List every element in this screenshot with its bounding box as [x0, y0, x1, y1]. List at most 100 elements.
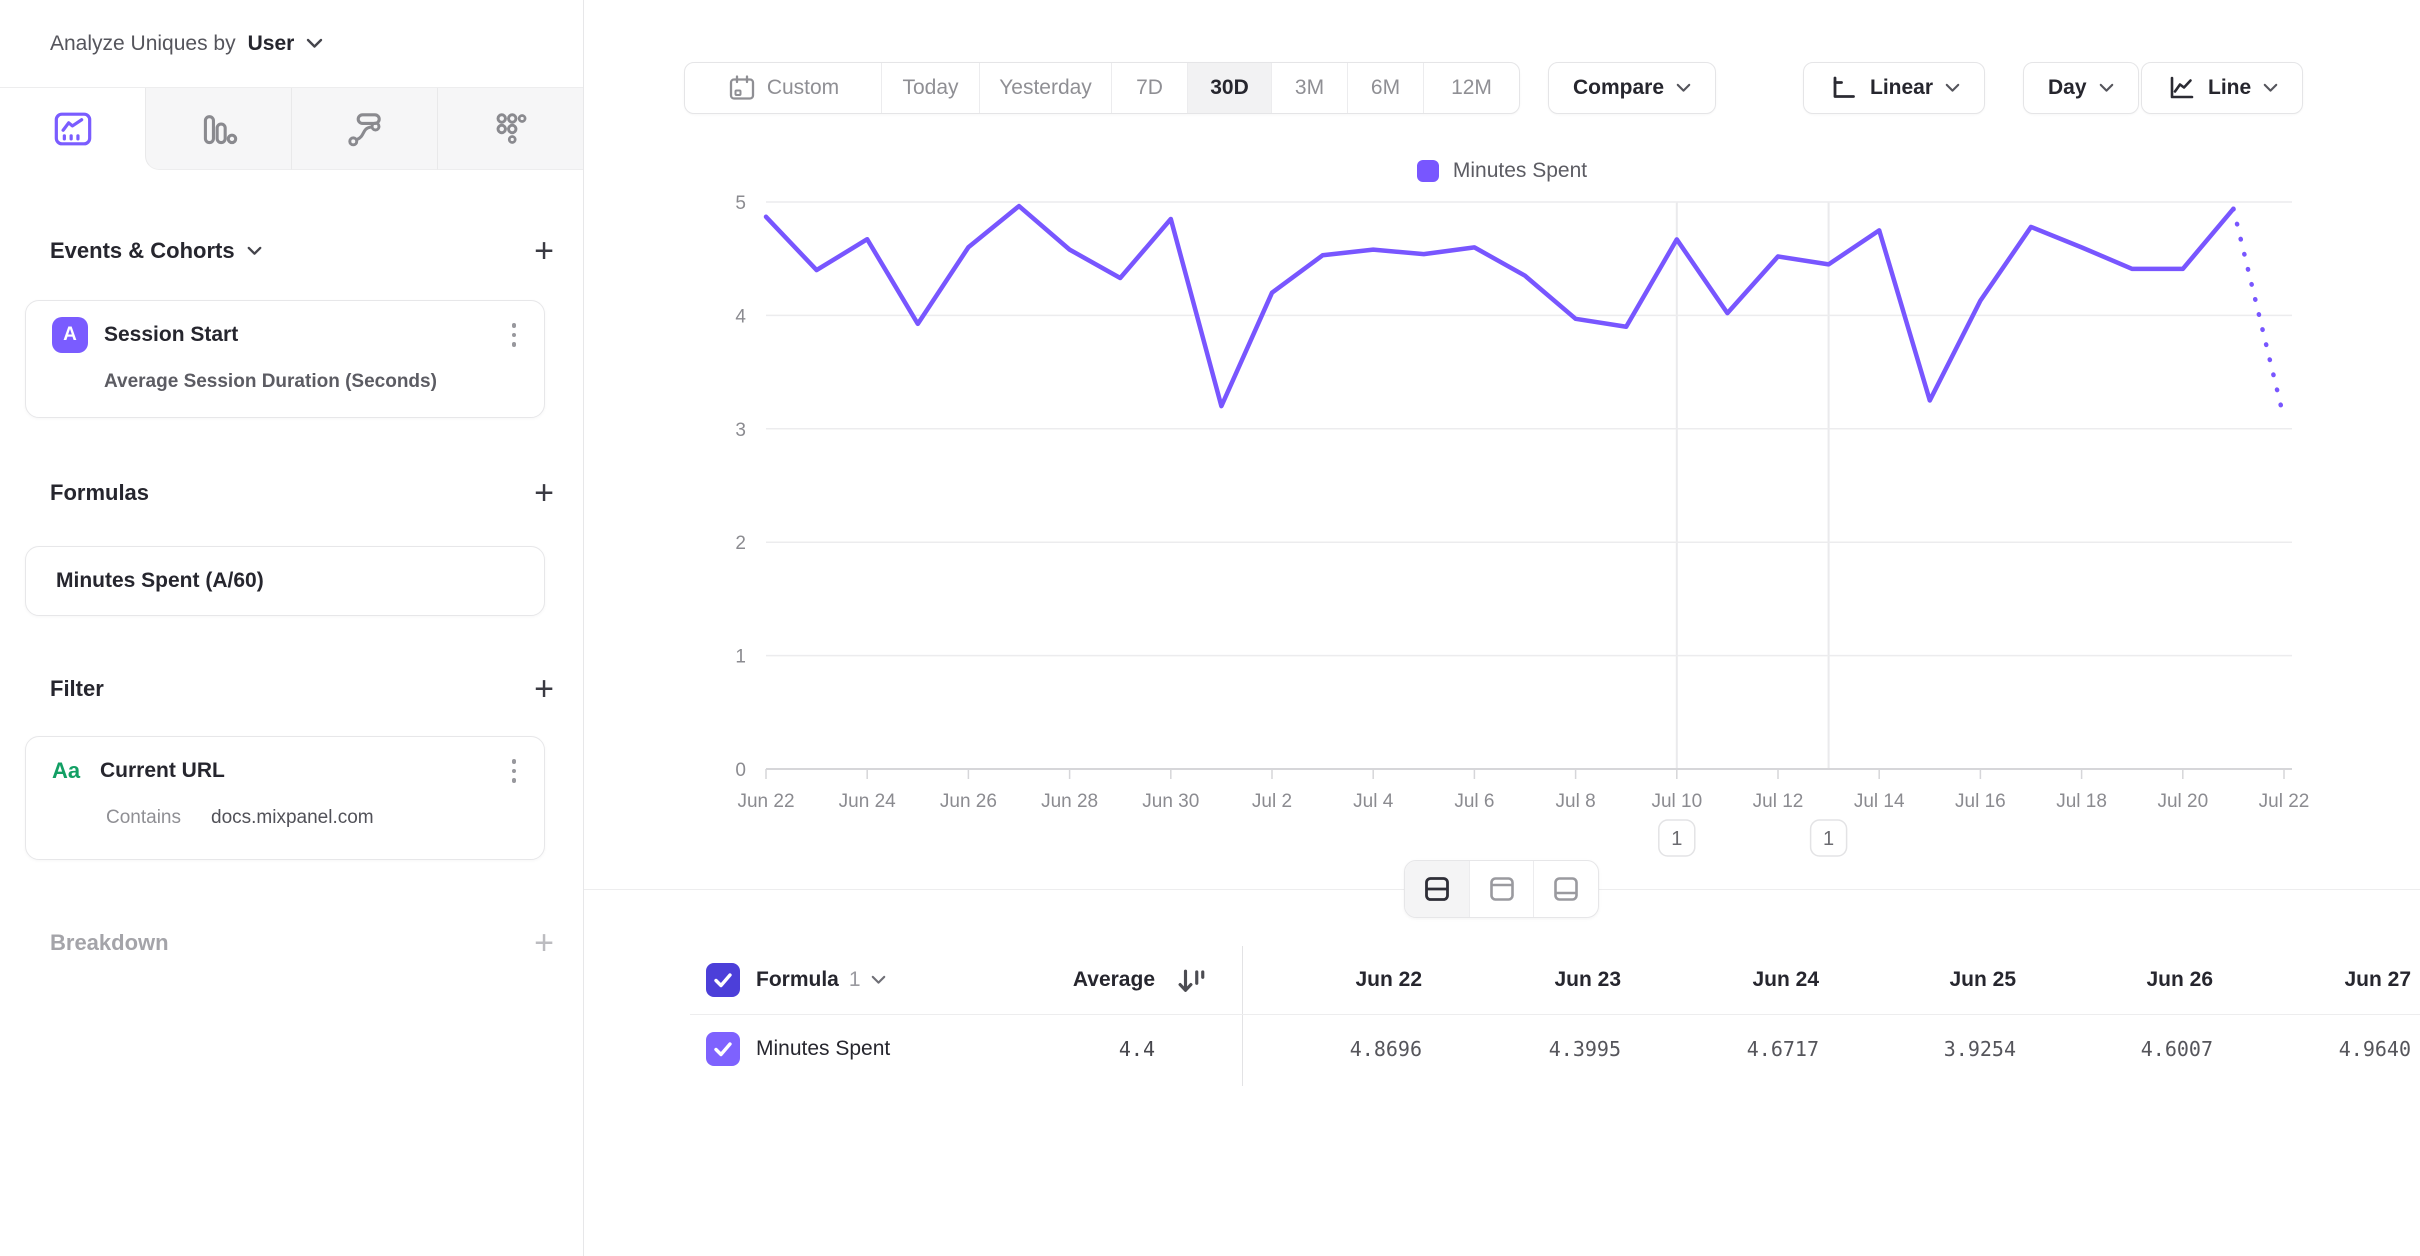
split-view-icon — [1422, 874, 1452, 904]
event-card-session-start[interactable]: A Session Start Average Session Duration… — [25, 300, 545, 418]
chevron-down-icon — [2263, 83, 2278, 93]
events-cohorts-section-header: Events & Cohorts + — [50, 234, 554, 268]
layout-split-view-button[interactable] — [1405, 861, 1469, 917]
analyze-uniques-label: Analyze Uniques by — [50, 32, 236, 56]
report-type-tabs — [0, 88, 583, 170]
row-value-jun24: 4.6717 — [1659, 1037, 1819, 1061]
column-header-jun26: Jun 26 — [2053, 968, 2213, 992]
date-range-picker: Custom Today Yesterday 7D 30D 3M 6M 12M — [684, 62, 1520, 114]
filter-card-current-url[interactable]: Aa Current URL Contains docs.mixpanel.co… — [25, 736, 545, 860]
tab-retention[interactable] — [437, 88, 583, 170]
date-range-today[interactable]: Today — [881, 63, 979, 113]
linear-axis-icon — [1828, 73, 1858, 103]
insights-line-chart-icon — [52, 108, 94, 150]
event-measurement[interactable]: Average Session Duration (Seconds) — [26, 371, 544, 393]
retention-grid-icon — [490, 108, 532, 150]
row-checkbox[interactable] — [706, 1032, 740, 1066]
svg-text:Jul 12: Jul 12 — [1753, 791, 1804, 812]
svg-text:4: 4 — [735, 306, 746, 327]
date-range-30d[interactable]: 30D — [1187, 63, 1271, 113]
svg-text:Jun 28: Jun 28 — [1041, 791, 1098, 812]
svg-text:5: 5 — [735, 193, 746, 214]
add-formula-button[interactable]: + — [534, 478, 554, 508]
query-builder-sidebar: Analyze Uniques by User — [0, 0, 584, 1256]
svg-text:Jul 18: Jul 18 — [2056, 791, 2107, 812]
filter-more-menu[interactable] — [506, 753, 523, 789]
chart-type-button[interactable]: Line — [2141, 62, 2303, 114]
filter-value[interactable]: docs.mixpanel.com — [211, 807, 374, 829]
svg-text:1: 1 — [735, 647, 746, 668]
tab-flows[interactable] — [291, 88, 437, 170]
events-cohorts-title[interactable]: Events & Cohorts — [50, 238, 262, 264]
svg-text:1: 1 — [1823, 828, 1834, 850]
date-range-7d[interactable]: 7D — [1111, 63, 1187, 113]
bar-chart-icon — [198, 108, 240, 150]
date-range-3m[interactable]: 3M — [1271, 63, 1347, 113]
formulas-title: Formulas — [50, 480, 149, 506]
svg-text:Jun 22: Jun 22 — [737, 791, 794, 812]
select-all-checkbox[interactable] — [706, 963, 740, 997]
filter-title: Filter — [50, 676, 104, 702]
layout-chart-only-button[interactable] — [1469, 861, 1534, 917]
row-series-name[interactable]: Minutes Spent — [756, 1037, 890, 1061]
column-header-jun24: Jun 24 — [1659, 968, 1819, 992]
column-header-jun27: Jun 27 — [2251, 968, 2411, 992]
row-value-jun23: 4.3995 — [1461, 1037, 1621, 1061]
formula-card[interactable]: Minutes Spent (A/60) — [25, 546, 545, 616]
filter-property-name[interactable]: Current URL — [100, 759, 225, 783]
add-filter-button[interactable]: + — [534, 674, 554, 704]
chart-only-icon — [1487, 874, 1517, 904]
chevron-down-icon — [1945, 83, 1960, 93]
svg-text:Jul 8: Jul 8 — [1556, 791, 1596, 812]
add-event-button[interactable]: + — [534, 236, 554, 266]
row-value-jun26: 4.6007 — [2053, 1037, 2213, 1061]
string-property-icon: Aa — [48, 758, 84, 784]
minutes-spent-line-chart[interactable]: 012345Jun 22Jun 24Jun 26Jun 28Jun 30Jul … — [584, 130, 2420, 900]
sort-icon[interactable] — [1172, 963, 1208, 999]
formula-name[interactable]: Minutes Spent (A/60) — [56, 569, 264, 593]
calendar-icon — [727, 73, 757, 103]
flows-icon — [344, 108, 386, 150]
chevron-down-icon — [247, 246, 262, 256]
compare-button[interactable]: Compare — [1548, 62, 1716, 114]
svg-text:Jul 20: Jul 20 — [2157, 791, 2208, 812]
svg-text:3: 3 — [735, 420, 746, 441]
svg-text:1: 1 — [1671, 828, 1682, 850]
svg-text:Jul 6: Jul 6 — [1454, 791, 1494, 812]
row-value-jun25: 3.9254 — [1856, 1037, 2016, 1061]
filter-section-header: Filter + — [50, 672, 554, 706]
svg-text:Jun 26: Jun 26 — [940, 791, 997, 812]
add-breakdown-button[interactable]: + — [534, 928, 554, 958]
breakdown-title: Breakdown — [50, 930, 169, 956]
svg-text:0: 0 — [735, 760, 746, 781]
layout-table-only-button[interactable] — [1533, 861, 1598, 917]
tab-insights[interactable] — [0, 88, 145, 170]
date-range-custom[interactable]: Custom — [685, 63, 881, 113]
svg-text:Jul 22: Jul 22 — [2259, 791, 2310, 812]
analyze-by-dropdown[interactable]: User — [248, 32, 295, 56]
axis-scale-button[interactable]: Linear — [1803, 62, 1985, 114]
chevron-down-icon — [871, 975, 886, 985]
date-range-6m[interactable]: 6M — [1347, 63, 1423, 113]
interval-button[interactable]: Day — [2023, 62, 2139, 114]
average-column-header[interactable]: Average — [995, 968, 1155, 992]
group-number: 1 — [849, 968, 861, 992]
table-column-separator — [1242, 946, 1243, 1086]
tab-funnels[interactable] — [145, 88, 291, 170]
row-value-jun22: 4.8696 — [1262, 1037, 1422, 1061]
row-value-jun27: 4.9640 — [2251, 1037, 2411, 1061]
formulas-section-header: Formulas + — [50, 476, 554, 510]
breakdown-section-header: Breakdown + — [50, 926, 554, 960]
date-range-yesterday[interactable]: Yesterday — [979, 63, 1111, 113]
chevron-down-icon — [2099, 83, 2114, 93]
check-icon — [711, 1037, 735, 1061]
column-header-jun23: Jun 23 — [1461, 968, 1621, 992]
event-more-menu[interactable] — [506, 317, 523, 353]
date-range-12m[interactable]: 12M — [1423, 63, 1519, 113]
svg-text:Jun 24: Jun 24 — [839, 791, 896, 812]
event-name[interactable]: Session Start — [104, 323, 238, 347]
svg-text:Jul 16: Jul 16 — [1955, 791, 2006, 812]
insights-report-page: Analyze Uniques by User — [0, 0, 2420, 1256]
filter-operator[interactable]: Contains — [106, 807, 181, 829]
table-group-header[interactable]: Formula 1 — [756, 968, 886, 992]
